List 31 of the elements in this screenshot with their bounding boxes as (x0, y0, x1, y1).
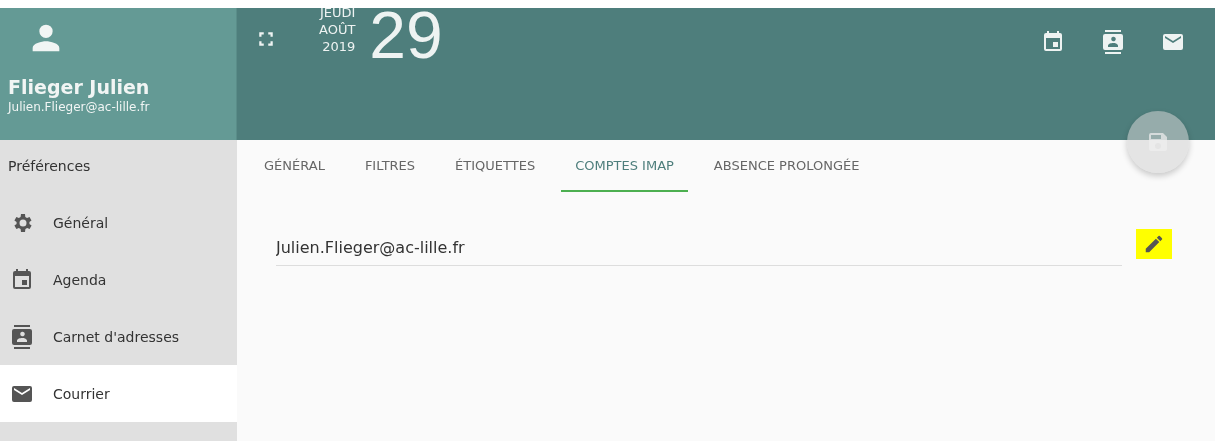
edit-button[interactable] (1136, 229, 1172, 259)
sidebar-item[interactable]: Général (0, 194, 237, 251)
year-label: 2019 (322, 38, 356, 55)
pencil-icon (1143, 233, 1165, 255)
tab[interactable]: ABSENCE PROLONGÉE (699, 140, 874, 192)
fullscreen-icon (257, 30, 275, 48)
sidebar-item-label: Agenda (53, 271, 107, 288)
sidebar-title: Préférences (7, 158, 92, 176)
contact-card-icon (10, 324, 34, 349)
tab[interactable]: ÉTIQUETTES (441, 140, 550, 192)
tab[interactable]: COMPTES IMAP (561, 140, 688, 192)
account-field[interactable]: Julien.Flieger@ac-lille.fr (276, 234, 1122, 266)
calendar-icon (1041, 30, 1065, 54)
sidebar-item-label: Général (53, 214, 109, 231)
calendar-button[interactable] (1041, 30, 1065, 54)
user-email: Julien.Flieger@ac-lille.fr (8, 100, 151, 114)
weekday-label: JEUDI (319, 4, 356, 21)
contacts-button[interactable] (1101, 30, 1125, 54)
user-name: Flieger Julien (8, 76, 151, 98)
day-number: 29 (369, 2, 443, 68)
sidebar-item[interactable]: Agenda (0, 251, 237, 308)
sidebar-item-label: Courrier (53, 385, 110, 402)
sidebar-item[interactable]: Courrier (0, 365, 237, 422)
tab[interactable]: FILTRES (350, 140, 430, 192)
calendar-icon (10, 267, 34, 292)
tab[interactable]: GÉNÉRAL (250, 140, 339, 192)
contact-card-icon (1101, 30, 1125, 54)
sidebar-item[interactable]: Carnet d'adresses (0, 308, 237, 365)
sidebar-item-label: Carnet d'adresses (53, 328, 180, 345)
month-label: AOÛT (319, 21, 356, 38)
fullscreen-button[interactable] (257, 30, 275, 48)
